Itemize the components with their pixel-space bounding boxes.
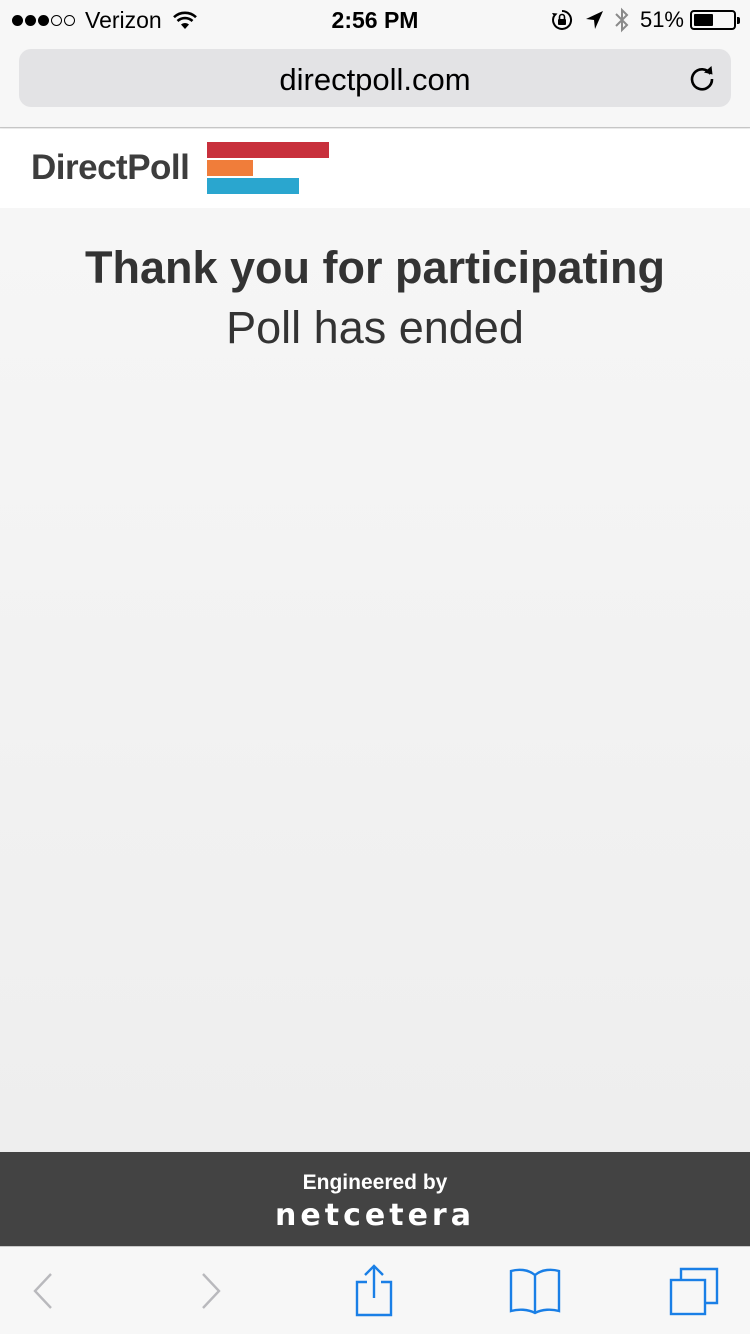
- reload-icon[interactable]: [687, 63, 717, 93]
- share-button[interactable]: [344, 1263, 404, 1319]
- browser-address-area: directpoll.com: [0, 40, 750, 128]
- site-footer: Engineered by netcetera: [0, 1152, 750, 1246]
- logo-text: DirectPoll: [31, 148, 190, 187]
- logo-bar-red: [207, 142, 329, 158]
- netcetera-logo[interactable]: netcetera: [0, 1198, 750, 1233]
- battery-icon: [690, 10, 740, 30]
- status-right: 51%: [550, 7, 740, 33]
- back-icon: [33, 1273, 52, 1309]
- engineered-by-label: Engineered by: [302, 1171, 448, 1194]
- forward-icon: [202, 1273, 221, 1309]
- bluetooth-icon: [615, 7, 629, 33]
- main-content: Thank you for participating Poll has end…: [0, 208, 750, 1152]
- logo-bars-icon: [207, 142, 329, 194]
- logo-bar-orange: [207, 160, 253, 176]
- status-bar: Verizon 2:56 PM 51%: [0, 0, 750, 40]
- location-arrow-icon: [585, 11, 603, 29]
- back-button[interactable]: [13, 1263, 73, 1319]
- battery-percent: 51%: [639, 7, 684, 32]
- url-field[interactable]: directpoll.com: [19, 49, 731, 107]
- browser-toolbar: [0, 1246, 750, 1334]
- thank-you-heading: Thank you for participating: [84, 242, 666, 293]
- share-icon: [355, 1264, 393, 1317]
- poll-ended-message: Poll has ended: [226, 302, 524, 353]
- rotation-lock-icon: [551, 9, 572, 30]
- site-header: DirectPoll: [0, 129, 750, 208]
- forward-button[interactable]: [181, 1263, 241, 1319]
- tabs-button[interactable]: [664, 1263, 724, 1319]
- tabs-icon: [669, 1267, 719, 1316]
- bookmarks-icon: [509, 1268, 561, 1315]
- url-text[interactable]: directpoll.com: [19, 62, 731, 98]
- bookmarks-button[interactable]: [505, 1263, 565, 1319]
- logo-bar-blue: [207, 178, 299, 194]
